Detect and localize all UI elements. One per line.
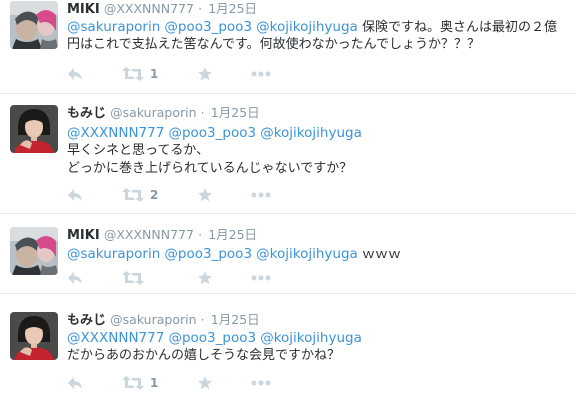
- retweet-icon: [122, 67, 144, 81]
- reply-icon: [68, 68, 82, 80]
- favorite-icon: [198, 67, 212, 81]
- tweet-divider: [0, 293, 576, 294]
- favorite-button[interactable]: [198, 65, 212, 83]
- mention-link[interactable]: @XXXNNN777: [67, 330, 164, 346]
- tweet-text: @sakuraporin @poo3_poo3 @kojikojihyuga 保…: [67, 18, 557, 37]
- tweet-text-continued: どっかに巻き上げられているんじゃないですか？: [67, 160, 352, 178]
- mention-link[interactable]: @poo3_poo3: [164, 246, 252, 262]
- reply-icon: [68, 377, 82, 389]
- tweet-divider: [0, 213, 576, 214]
- more-icon: [251, 275, 271, 281]
- tweet-body-line: だからあのおかんの嬉しそうな会見ですかね？: [67, 348, 341, 363]
- avatar[interactable]: [10, 1, 58, 49]
- tweet-text-continued: 円はこれで支払えた筈なんです。何故使わなかったんでしょうか？？？: [67, 36, 480, 54]
- author-name[interactable]: MIKI: [67, 228, 100, 243]
- author-handle[interactable]: @sakuraporin: [110, 312, 196, 327]
- retweet-icon: [122, 271, 144, 285]
- tweet-header: MIKI @XXXNNN777 · 1月25日: [67, 226, 257, 245]
- mention-link[interactable]: @kojikojihyuga: [260, 125, 362, 141]
- avatar-image-miki: [10, 227, 58, 275]
- tweet-date[interactable]: 1月25日: [208, 227, 257, 242]
- tweet-header: MIKI @XXXNNN777 · 1月25日: [67, 0, 257, 19]
- author-name[interactable]: MIKI: [67, 2, 100, 17]
- reply-button[interactable]: [67, 374, 83, 392]
- more-button[interactable]: [251, 374, 271, 392]
- retweet-count: 1: [150, 67, 159, 81]
- favorite-button[interactable]: [198, 186, 212, 204]
- avatar[interactable]: [10, 312, 58, 360]
- tweet[interactable]: MIKI @XXXNNN777 · 1月25日 @sakuraporin @po…: [0, 226, 576, 292]
- tweet-date[interactable]: 1月25日: [211, 105, 260, 120]
- tweet-body-line: 保険ですね。奥さんは最初の２億: [361, 20, 557, 35]
- mention-link[interactable]: @poo3_poo3: [168, 330, 256, 346]
- author-handle[interactable]: @XXXNNN777: [104, 1, 194, 16]
- tweet[interactable]: MIKI @XXXNNN777 · 1月25日 @sakuraporin @po…: [0, 0, 576, 93]
- reply-button[interactable]: [67, 269, 83, 287]
- reply-icon: [68, 189, 82, 201]
- mention-link[interactable]: @sakuraporin: [67, 19, 160, 35]
- retweet-count: 1: [150, 376, 159, 390]
- tweet-date[interactable]: 1月25日: [211, 312, 260, 327]
- mention-link[interactable]: @kojikojihyuga: [260, 330, 362, 346]
- retweet-icon: [122, 376, 144, 390]
- author-name[interactable]: もみじ: [67, 313, 106, 328]
- avatar-image-momiji: [10, 105, 58, 153]
- more-icon: [251, 380, 271, 386]
- retweet-button[interactable]: [122, 269, 150, 287]
- retweet-button[interactable]: 1: [122, 374, 158, 392]
- mention-link[interactable]: @kojikojihyuga: [256, 19, 358, 35]
- tweet[interactable]: もみじ @sakuraporin · 1月25日 @XXXNNN777 @poo…: [0, 311, 576, 400]
- reply-button[interactable]: [67, 65, 83, 83]
- avatar[interactable]: [10, 105, 58, 153]
- tweet-text-continued: 早くシネと思ってるか、: [67, 142, 209, 160]
- tweet-text: @sakuraporin @poo3_poo3 @kojikojihyuga ｗ…: [67, 245, 401, 264]
- tweet-body-line: 円はこれで支払えた筈なんです。何故使わなかったんでしょうか？？？: [67, 37, 481, 52]
- tweet-body-line: 早くシネと思ってるか、: [67, 143, 210, 158]
- reply-icon: [68, 272, 82, 284]
- mention-link[interactable]: @sakuraporin: [67, 246, 160, 262]
- retweet-count: 2: [150, 188, 159, 202]
- mention-link[interactable]: @kojikojihyuga: [256, 246, 358, 262]
- favorite-icon: [198, 271, 212, 285]
- author-handle[interactable]: @XXXNNN777: [104, 227, 194, 242]
- tweet-header: もみじ @sakuraporin · 1月25日: [67, 311, 260, 330]
- more-button[interactable]: [251, 186, 271, 204]
- mention-link[interactable]: @poo3_poo3: [164, 19, 252, 35]
- author-handle[interactable]: @sakuraporin: [110, 105, 196, 120]
- tweet-divider: [0, 93, 576, 94]
- favorite-icon: [198, 188, 212, 202]
- tweet-date[interactable]: 1月25日: [208, 1, 257, 16]
- more-icon: [251, 71, 271, 77]
- tweet-body-line: ｗｗｗ: [361, 247, 401, 262]
- favorite-button[interactable]: [198, 269, 212, 287]
- mention-link[interactable]: @XXXNNN777: [67, 125, 164, 141]
- header-separator: ·: [200, 105, 205, 120]
- reply-button[interactable]: [67, 186, 83, 204]
- author-name[interactable]: もみじ: [67, 106, 106, 121]
- retweet-icon: [122, 188, 144, 202]
- header-separator: ·: [200, 312, 205, 327]
- favorite-button[interactable]: [198, 374, 212, 392]
- retweet-button[interactable]: 2: [122, 186, 158, 204]
- avatar-image-momiji: [10, 312, 58, 360]
- tweet-body-line: どっかに巻き上げられているんじゃないですか？: [67, 161, 353, 176]
- header-separator: ·: [198, 227, 203, 242]
- tweet-text: @XXXNNN777 @poo3_poo3 @kojikojihyuga: [67, 329, 362, 348]
- more-button[interactable]: [251, 269, 271, 287]
- tweet-header: もみじ @sakuraporin · 1月25日: [67, 104, 260, 123]
- avatar-image-miki: [10, 1, 58, 49]
- mention-link[interactable]: @poo3_poo3: [168, 125, 256, 141]
- header-separator: ·: [198, 1, 203, 16]
- tweet[interactable]: もみじ @sakuraporin · 1月25日 @XXXNNN777 @poo…: [0, 104, 576, 212]
- more-icon: [251, 192, 271, 198]
- tweet-text: @XXXNNN777 @poo3_poo3 @kojikojihyuga: [67, 124, 362, 143]
- tweet-text-continued: だからあのおかんの嬉しそうな会見ですかね？: [67, 347, 340, 365]
- avatar[interactable]: [10, 227, 58, 275]
- favorite-icon: [198, 376, 212, 390]
- more-button[interactable]: [251, 65, 271, 83]
- retweet-button[interactable]: 1: [122, 65, 158, 83]
